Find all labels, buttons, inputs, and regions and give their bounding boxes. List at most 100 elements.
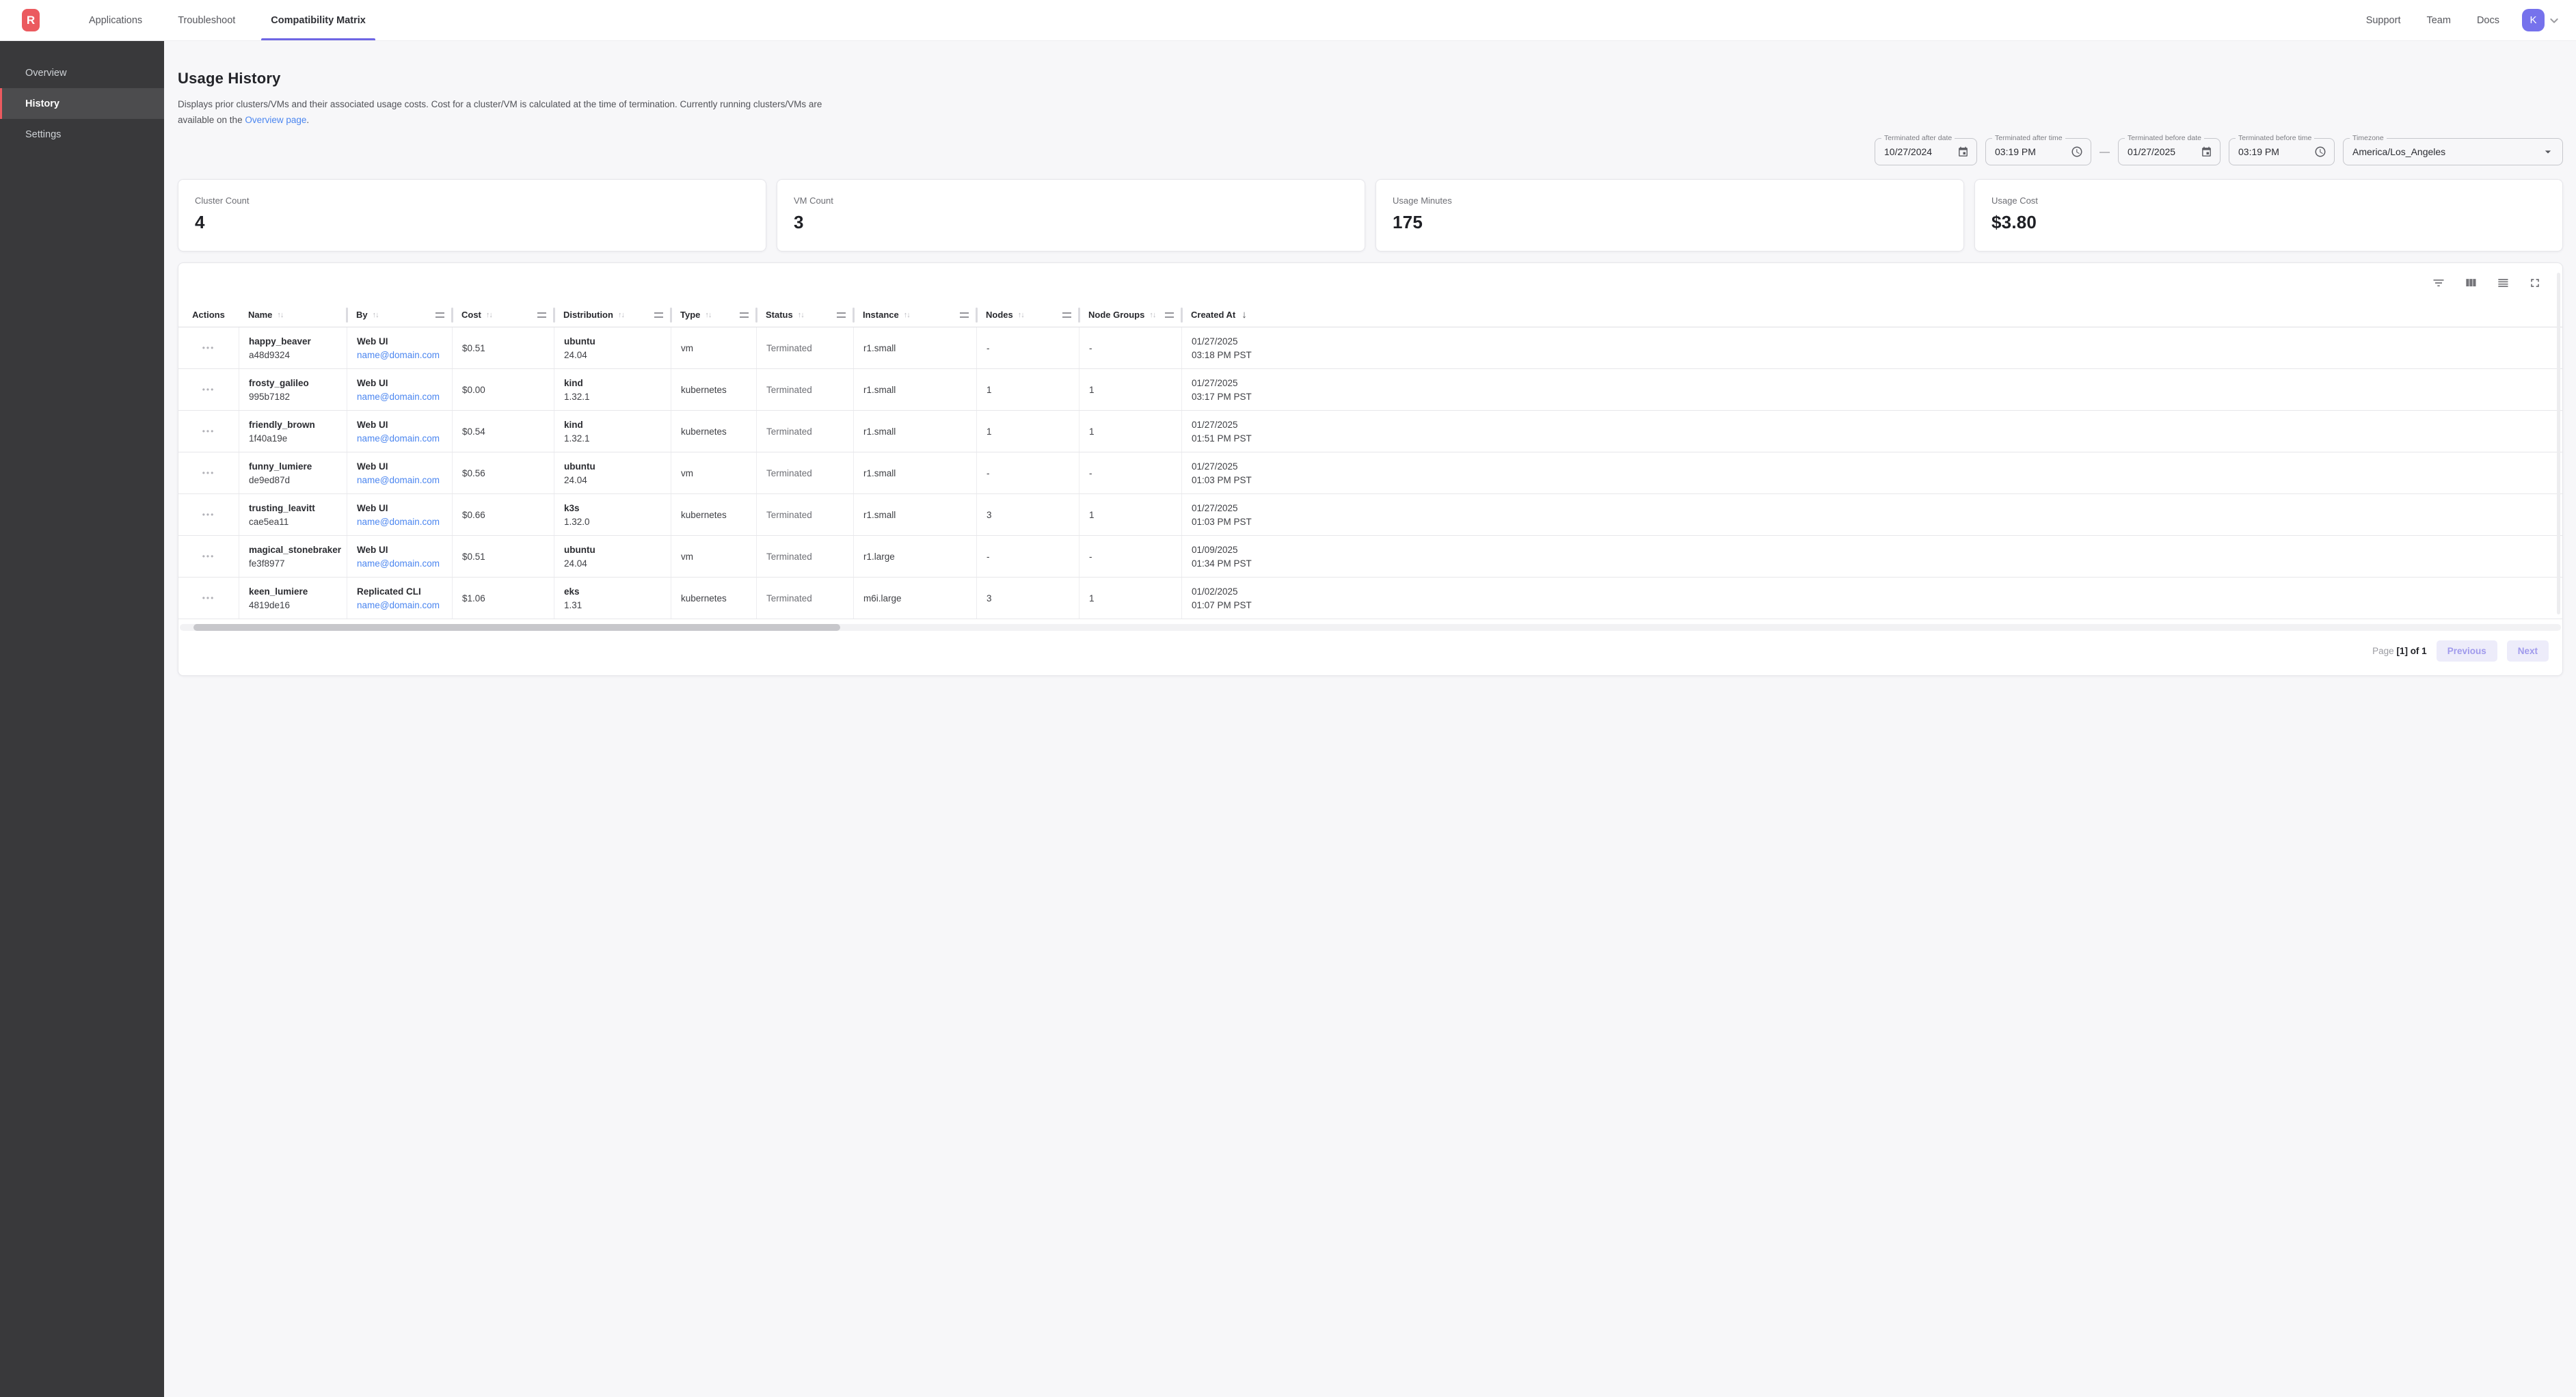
row-actions-button[interactable]: ••• bbox=[202, 510, 215, 519]
column-menu-icon[interactable] bbox=[960, 312, 969, 318]
row-actions-button[interactable]: ••• bbox=[202, 343, 215, 353]
column-label: Actions bbox=[192, 310, 225, 320]
column-header-name[interactable]: Name↑↓ bbox=[239, 303, 347, 327]
fullscreen-icon[interactable] bbox=[2528, 276, 2542, 290]
column-header-cost[interactable]: Cost↑↓ bbox=[452, 303, 554, 327]
distribution-version: 1.32.1 bbox=[564, 433, 661, 444]
column-menu-icon[interactable] bbox=[1062, 312, 1071, 318]
nav-link-team[interactable]: Team bbox=[2413, 15, 2463, 26]
cost-value: $0.00 bbox=[462, 385, 544, 395]
column-menu-icon[interactable] bbox=[537, 312, 546, 318]
previous-page-button[interactable]: Previous bbox=[2437, 640, 2497, 662]
sort-arrows-icon[interactable]: ↑↓ bbox=[277, 311, 283, 319]
nav-tab-applications[interactable]: Applications bbox=[71, 0, 160, 40]
sort-arrows-icon[interactable]: ↑↓ bbox=[1018, 311, 1024, 319]
sort-arrows-icon[interactable]: ↑↓ bbox=[486, 311, 492, 319]
column-menu-icon[interactable] bbox=[654, 312, 663, 318]
sidebar-item-overview[interactable]: Overview bbox=[0, 57, 164, 88]
timezone-select[interactable]: Timezone America/Los_Angeles bbox=[2343, 138, 2563, 165]
chevron-down-icon[interactable] bbox=[2549, 15, 2560, 26]
cell-type: vm bbox=[671, 536, 756, 577]
nav-link-docs[interactable]: Docs bbox=[2464, 15, 2512, 26]
columns-icon[interactable] bbox=[2464, 276, 2478, 290]
density-icon[interactable] bbox=[2496, 276, 2510, 290]
avatar[interactable]: K bbox=[2522, 9, 2545, 31]
column-header-type[interactable]: Type↑↓ bbox=[671, 303, 756, 327]
column-header-distribution[interactable]: Distribution↑↓ bbox=[554, 303, 671, 327]
cell-created_at: 01/27/202503:17 PM PST bbox=[1181, 369, 2562, 410]
cell-node_groups: 1 bbox=[1079, 578, 1181, 619]
row-actions-button[interactable]: ••• bbox=[202, 593, 215, 603]
dropdown-arrow-icon[interactable] bbox=[2536, 145, 2555, 159]
row-actions-button[interactable]: ••• bbox=[202, 468, 215, 478]
table-row: •••magical_stonebrakerfe3f8977Web UIname… bbox=[178, 536, 2562, 578]
calendar-icon[interactable] bbox=[1952, 146, 1969, 158]
sort-desc-arrow-icon[interactable]: ↓ bbox=[1242, 309, 1247, 321]
stat-label: Cluster Count bbox=[195, 195, 749, 206]
nodes-value: - bbox=[987, 552, 1069, 562]
nav-tab-troubleshoot[interactable]: Troubleshoot bbox=[160, 0, 253, 40]
row-actions-button[interactable]: ••• bbox=[202, 552, 215, 561]
horizontal-scrollbar-track[interactable] bbox=[180, 624, 2561, 631]
nav-tab-compatibility-matrix[interactable]: Compatibility Matrix bbox=[253, 0, 384, 40]
sidebar-item-settings[interactable]: Settings bbox=[0, 119, 164, 150]
replicated-logo[interactable]: R bbox=[22, 9, 40, 31]
created-by-email-link[interactable]: name@domain.com bbox=[357, 475, 442, 485]
top-nav: R Applications Troubleshoot Compatibilit… bbox=[0, 0, 2576, 41]
cluster-name: trusting_leavitt bbox=[249, 503, 337, 513]
cell-status: Terminated bbox=[756, 494, 853, 535]
created-by-email-link[interactable]: name@domain.com bbox=[357, 350, 442, 360]
row-actions-button[interactable]: ••• bbox=[202, 426, 215, 436]
column-menu-icon[interactable] bbox=[435, 312, 444, 318]
clock-icon[interactable] bbox=[2065, 146, 2083, 158]
sidebar-item-history[interactable]: History bbox=[0, 88, 164, 119]
cost-value: $0.66 bbox=[462, 510, 544, 520]
status-text: Terminated bbox=[766, 552, 844, 562]
created-by-source: Web UI bbox=[357, 545, 442, 555]
sort-arrows-icon[interactable]: ↑↓ bbox=[1149, 311, 1155, 319]
nodes-value: 3 bbox=[987, 510, 1069, 520]
sort-arrows-icon[interactable]: ↑↓ bbox=[798, 311, 804, 319]
column-header-status[interactable]: Status↑↓ bbox=[756, 303, 853, 327]
stat-label: Usage Cost bbox=[1991, 195, 2546, 206]
sort-arrows-icon[interactable]: ↑↓ bbox=[705, 311, 711, 319]
nav-link-support[interactable]: Support bbox=[2353, 15, 2414, 26]
overview-page-link[interactable]: Overview page bbox=[245, 115, 306, 125]
cell-distribution: eks1.31 bbox=[554, 578, 671, 619]
terminated-after-time-field[interactable]: Terminated after time 03:19 PM bbox=[1985, 138, 2091, 165]
column-header-instance[interactable]: Instance↑↓ bbox=[853, 303, 976, 327]
created-by-email-link[interactable]: name@domain.com bbox=[357, 433, 442, 444]
next-page-button[interactable]: Next bbox=[2507, 640, 2549, 662]
sort-arrows-icon[interactable]: ↑↓ bbox=[904, 311, 910, 319]
cluster-id: cae5ea11 bbox=[249, 517, 337, 527]
field-value: 03:19 PM bbox=[2238, 146, 2279, 157]
cluster-name: keen_lumiere bbox=[249, 586, 337, 597]
sort-arrows-icon[interactable]: ↑↓ bbox=[373, 311, 379, 319]
created-time: 03:18 PM PST bbox=[1192, 350, 2553, 360]
horizontal-scrollbar-thumb[interactable] bbox=[193, 624, 840, 631]
calendar-icon[interactable] bbox=[2195, 146, 2212, 158]
column-menu-icon[interactable] bbox=[1165, 312, 1174, 318]
terminated-before-date-field[interactable]: Terminated before date 01/27/2025 bbox=[2118, 138, 2221, 165]
created-by-email-link[interactable]: name@domain.com bbox=[357, 517, 442, 527]
filter-icon[interactable] bbox=[2432, 276, 2445, 290]
created-by-source: Replicated CLI bbox=[357, 586, 442, 597]
row-actions-button[interactable]: ••• bbox=[202, 385, 215, 394]
column-header-created_at[interactable]: Created At↓ bbox=[1181, 303, 2562, 327]
column-menu-icon[interactable] bbox=[740, 312, 749, 318]
created-by-email-link[interactable]: name@domain.com bbox=[357, 392, 442, 402]
column-header-nodes[interactable]: Nodes↑↓ bbox=[976, 303, 1079, 327]
cell-nodes: - bbox=[976, 327, 1079, 368]
terminated-before-time-field[interactable]: Terminated before time 03:19 PM bbox=[2229, 138, 2335, 165]
field-label: Terminated before date bbox=[2125, 134, 2204, 142]
status-text: Terminated bbox=[766, 510, 844, 520]
vertical-scrollbar-track[interactable] bbox=[2557, 273, 2560, 614]
created-by-email-link[interactable]: name@domain.com bbox=[357, 600, 442, 610]
created-by-email-link[interactable]: name@domain.com bbox=[357, 558, 442, 569]
column-header-node_groups[interactable]: Node Groups↑↓ bbox=[1079, 303, 1181, 327]
sort-arrows-icon[interactable]: ↑↓ bbox=[618, 311, 624, 319]
clock-icon[interactable] bbox=[2309, 146, 2326, 158]
column-header-by[interactable]: By↑↓ bbox=[347, 303, 452, 327]
column-menu-icon[interactable] bbox=[837, 312, 846, 318]
terminated-after-date-field[interactable]: Terminated after date 10/27/2024 bbox=[1875, 138, 1977, 165]
